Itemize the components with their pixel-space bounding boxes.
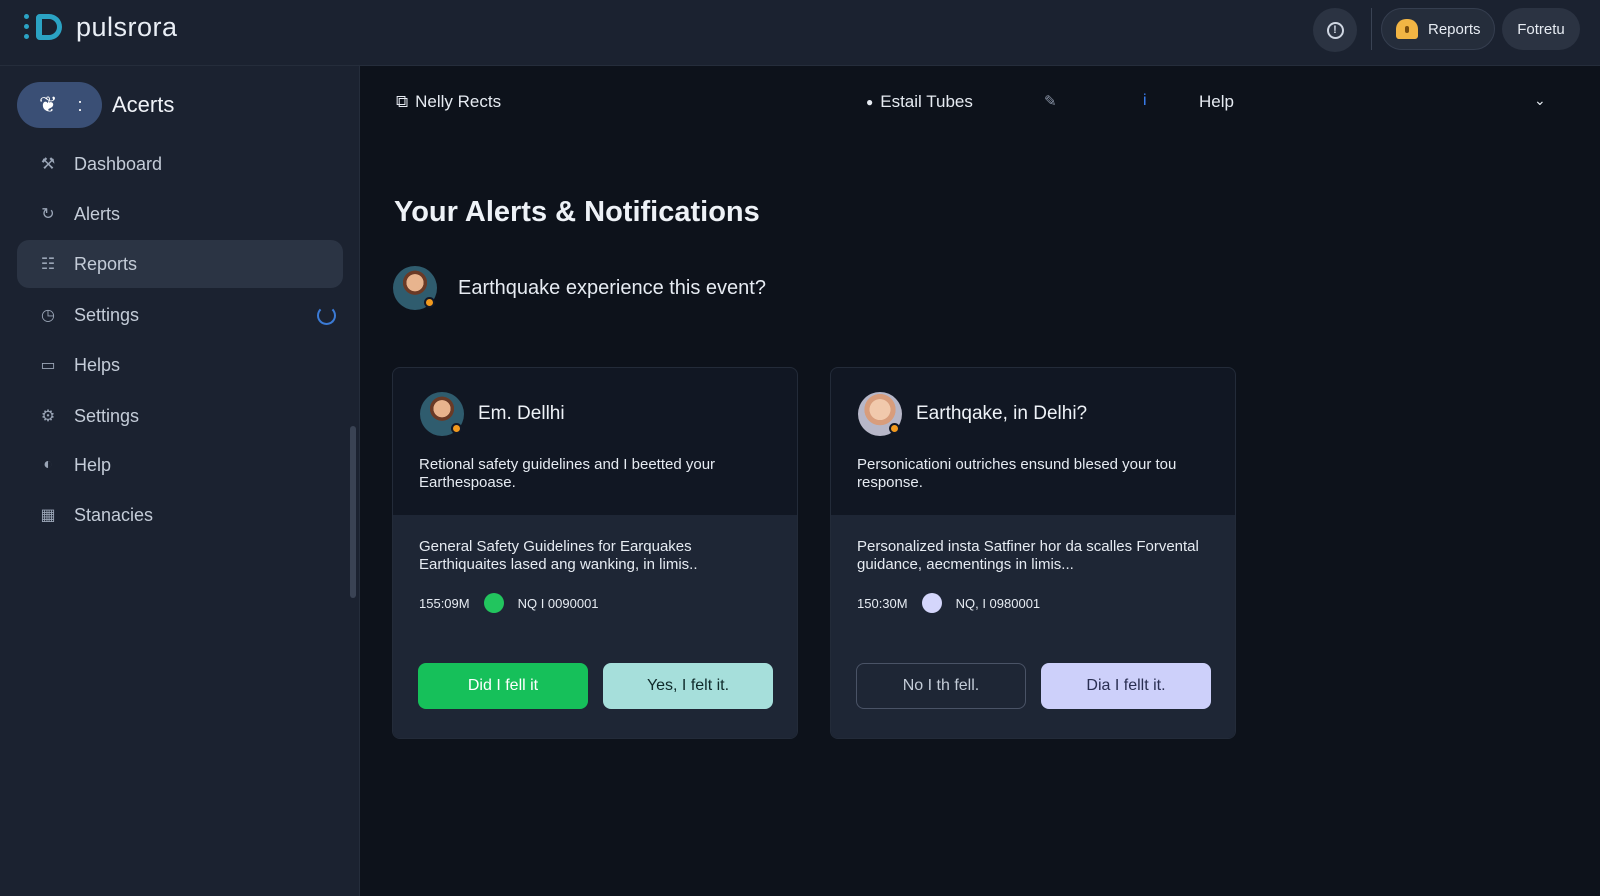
sidebar-item-label: Settings xyxy=(74,304,140,325)
nav-label: Estail Tubes xyxy=(880,92,973,111)
card-meta: 150:30M NQ, I 0980001 xyxy=(857,593,1040,613)
nav-item-help[interactable]: Help xyxy=(1199,92,1234,112)
avatar xyxy=(858,392,902,436)
sidebar-item-label: Stanacies xyxy=(74,504,154,525)
top-bar: pulsrora ! Reports Fotretu xyxy=(0,0,1600,66)
card-description: Retional safety guidelines and I beetted… xyxy=(419,456,716,491)
reports-label: Reports xyxy=(1428,20,1481,38)
lock-icon: ● xyxy=(866,95,874,109)
app-name: pulsrora xyxy=(76,11,178,42)
clock-icon: ◷ xyxy=(41,307,55,324)
not-felt-button[interactable]: No I th fell. xyxy=(856,663,1026,709)
info-button[interactable]: ! xyxy=(1313,8,1357,52)
nav-item-nelly-rects[interactable]: ⧉ Nelly Rects xyxy=(396,92,501,112)
card-title: Em. Dellhi xyxy=(478,403,565,424)
sidebar-header: ❦ : Acerts xyxy=(17,82,174,128)
card-body-text: Personalized insta Satfiner hor da scall… xyxy=(857,538,1199,573)
sidebar-item-label: Helps xyxy=(74,354,121,375)
card-time: 150:30M xyxy=(857,595,908,611)
pen-icon[interactable]: ✎ xyxy=(1044,92,1057,110)
card-time: 155:09M xyxy=(419,595,470,611)
tools-icon: ⚒ xyxy=(40,156,56,173)
sidebar-item-label: Help xyxy=(74,454,112,475)
avatar xyxy=(420,392,464,436)
prompt-text: Earthquake experience this event? xyxy=(458,276,766,299)
main-navigation: ⧉ Nelly Rects ● Estail Tubes ✎ i Help ⌄ xyxy=(396,88,1546,118)
sidebar: ❦ : Acerts ⚒ Dashboard ↻ Alerts ☷ Report… xyxy=(0,66,360,896)
info-marker[interactable]: i xyxy=(1143,92,1147,110)
building-icon: ▦ xyxy=(40,507,56,524)
reports-button[interactable]: Reports xyxy=(1381,8,1495,50)
sidebar-toggle-button[interactable]: ❦ : xyxy=(17,82,102,128)
sidebar-item-help[interactable]: ◐ Help xyxy=(17,441,343,489)
sidebar-item-label: Dashboard xyxy=(74,153,163,174)
sidebar-title: Acerts xyxy=(112,92,175,117)
yes-felt-it-button[interactable]: Yes, I felt it. xyxy=(603,663,773,709)
chevron-down-icon[interactable]: ⌄ xyxy=(1534,92,1546,109)
question-prompt: Earthquake experience this event? xyxy=(393,266,766,310)
page-title: Your Alerts & Notifications xyxy=(394,196,760,228)
sidebar-item-stanacies[interactable]: ▦ Stanacies xyxy=(17,491,343,539)
app-logo[interactable]: pulsrora xyxy=(22,10,178,44)
nav-label: Nelly Rects xyxy=(415,92,502,111)
globe-icon: ◐ xyxy=(43,456,53,473)
sidebar-item-label: Reports xyxy=(74,253,138,274)
did-i-feel-it-button[interactable]: Did I fell it xyxy=(418,663,588,709)
card-description: Personicationi outriches ensund blesed y… xyxy=(857,456,1177,491)
info-icon: ! xyxy=(1326,21,1344,39)
pulse-icon: ❦ xyxy=(39,92,58,117)
user-settings-icon: ⚙ xyxy=(40,408,56,425)
logo-icon xyxy=(22,10,66,44)
sidebar-scrollbar[interactable] xyxy=(350,426,356,598)
sidebar-item-reports[interactable]: ☷ Reports xyxy=(17,240,343,288)
avatar xyxy=(393,266,437,310)
monitor-icon: ▭ xyxy=(40,357,56,374)
sidebar-item-settings[interactable]: ◷ Settings xyxy=(17,291,343,339)
card-body-text: General Safety Guidelines for Earquakes … xyxy=(419,538,698,573)
sidebar-item-label: Settings xyxy=(74,405,140,426)
nav-item-estail-tubes[interactable]: ● Estail Tubes xyxy=(866,92,973,112)
user-menu-button[interactable]: Fotretu xyxy=(1502,8,1580,50)
status-dot xyxy=(921,593,942,613)
loading-spinner-icon xyxy=(317,306,336,325)
refresh-icon: ↻ xyxy=(41,206,55,223)
sidebar-item-helps[interactable]: ▭ Helps xyxy=(17,341,343,389)
sidebar-item-label: Alerts xyxy=(74,203,121,224)
sidebar-item-user-settings[interactable]: ⚙ Settings xyxy=(17,392,343,440)
external-link-icon: ⧉ xyxy=(396,92,409,111)
status-dot xyxy=(483,593,504,613)
card-meta: 155:09M NQ I 0090001 xyxy=(419,593,599,613)
sidebar-item-alerts[interactable]: ↻ Alerts xyxy=(17,190,343,238)
sidebar-item-dashboard[interactable]: ⚒ Dashboard xyxy=(17,140,343,188)
bell-icon xyxy=(1396,19,1418,39)
alert-card: Em. Dellhi Retional safety guidelines an… xyxy=(392,367,798,739)
did-feel-it-button[interactable]: Dia I fellt it. xyxy=(1041,663,1211,709)
card-code: NQ, I 0980001 xyxy=(955,595,1041,611)
card-code: NQ I 0090001 xyxy=(517,595,599,611)
topbar-divider xyxy=(1371,8,1372,50)
card-title: Earthqake, in Delhi? xyxy=(916,403,1088,424)
nav-label: Help xyxy=(1199,92,1234,111)
list-icon: ☷ xyxy=(40,256,56,273)
alert-card: Earthqake, in Delhi? Personicationi outr… xyxy=(830,367,1236,739)
sidebar-toggle-glyph: : xyxy=(77,94,83,115)
